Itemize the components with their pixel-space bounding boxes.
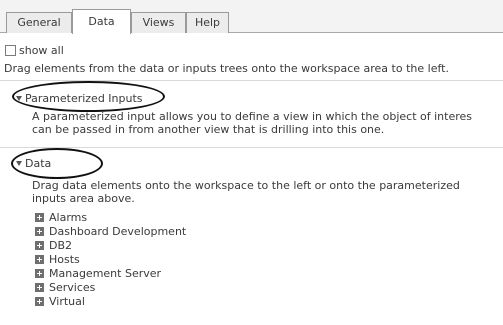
parameterized-inputs-description: A parameterized input allows you to defi… — [32, 110, 472, 136]
tree-item-management-server[interactable]: Management Server — [35, 268, 161, 280]
description-line: can be passed in from another view that … — [32, 123, 385, 136]
section-header-parameterized-inputs[interactable]: Parameterized Inputs — [16, 92, 143, 106]
show-all-label: show all — [19, 44, 64, 57]
data-section-title: Data — [25, 157, 52, 170]
tab-bar: General Data Views Help — [0, 0, 503, 34]
expand-plus-icon[interactable] — [35, 297, 44, 306]
expand-plus-icon[interactable] — [35, 227, 44, 236]
expand-plus-icon[interactable] — [35, 241, 44, 250]
tree-item-alarms[interactable]: Alarms — [35, 212, 87, 224]
tree-item-label: Dashboard Development — [49, 225, 187, 238]
tree-item-services[interactable]: Services — [35, 282, 95, 294]
tree-item-label: Hosts — [49, 253, 80, 266]
tree-item-label: Alarms — [49, 211, 88, 224]
show-all-row[interactable]: show all — [5, 44, 64, 58]
separator — [0, 147, 503, 148]
tab-data[interactable]: Data — [72, 9, 131, 34]
description-line: A parameterized input allows you to defi… — [32, 110, 472, 123]
description-line: inputs area above. — [32, 192, 135, 205]
tree-item-hosts[interactable]: Hosts — [35, 254, 80, 266]
tab-help[interactable]: Help — [186, 12, 229, 33]
separator — [0, 80, 503, 81]
drag-hint: Drag elements from the data or inputs tr… — [4, 62, 449, 75]
tree-item-virtual[interactable]: Virtual — [35, 296, 85, 308]
parameterized-inputs-title: Parameterized Inputs — [25, 92, 143, 105]
expand-plus-icon[interactable] — [35, 269, 44, 278]
tree-item-label: Virtual — [49, 295, 85, 308]
section-header-data[interactable]: Data — [16, 157, 51, 171]
expand-triangle-icon[interactable] — [16, 161, 22, 166]
expand-plus-icon[interactable] — [35, 213, 44, 222]
tree-item-label: Services — [49, 281, 96, 294]
show-all-checkbox[interactable] — [5, 45, 16, 56]
tree-item-label: DB2 — [49, 239, 73, 252]
tab-general[interactable]: General — [6, 12, 72, 33]
tab-views[interactable]: Views — [131, 12, 186, 33]
tree-item-db2[interactable]: DB2 — [35, 240, 72, 252]
expand-plus-icon[interactable] — [35, 283, 44, 292]
description-line: Drag data elements onto the workspace to… — [32, 179, 460, 192]
tree-item-label: Management Server — [49, 267, 162, 280]
tree-item-dashboard-development[interactable]: Dashboard Development — [35, 226, 186, 238]
expand-plus-icon[interactable] — [35, 255, 44, 264]
expand-triangle-icon[interactable] — [16, 96, 22, 101]
data-tab-content: show all Drag elements from the data or … — [0, 33, 503, 325]
data-section-description: Drag data elements onto the workspace to… — [32, 179, 460, 205]
